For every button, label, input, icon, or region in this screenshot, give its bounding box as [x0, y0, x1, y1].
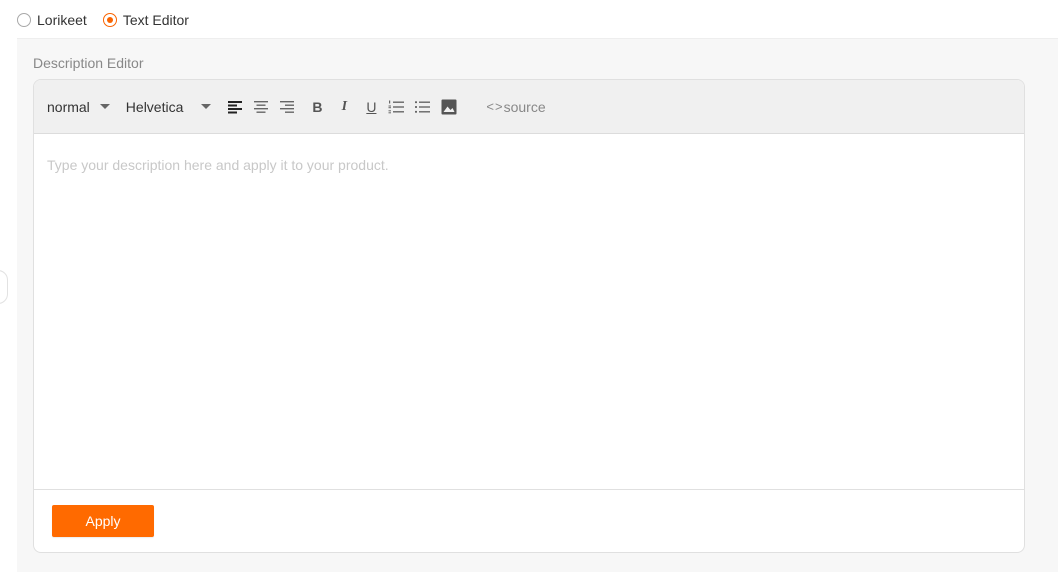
source-label: source — [503, 98, 546, 115]
align-right-icon — [280, 100, 295, 113]
italic-icon: I — [341, 98, 348, 114]
underline-icon: U — [366, 98, 377, 115]
view-source-button[interactable]: <> source — [486, 99, 545, 115]
radio-label-lorikeet: Lorikeet — [37, 12, 87, 28]
description-editor-panel: Description Editor normal Helvetica B I … — [17, 38, 1058, 572]
bullet-list-icon — [414, 100, 430, 113]
code-icon: <> — [486, 99, 504, 114]
chevron-down-icon — [99, 104, 110, 109]
font-family-value: Helvetica — [125, 98, 184, 115]
font-family-select[interactable]: Helvetica — [126, 99, 212, 115]
align-left-icon — [228, 100, 243, 113]
align-right-button[interactable] — [278, 98, 296, 116]
underline-button[interactable]: U — [362, 98, 380, 116]
radio-option-lorikeet[interactable]: Lorikeet — [17, 12, 87, 28]
editor-placeholder: Type your description here and apply it … — [47, 157, 389, 173]
image-icon — [441, 99, 457, 114]
radio-option-text-editor[interactable]: Text Editor — [102, 12, 189, 28]
chevron-down-icon — [201, 104, 212, 109]
header-size-value: normal — [47, 98, 90, 115]
rich-text-editor: normal Helvetica B I U <> source Type yo… — [33, 79, 1025, 553]
ordered-list-button[interactable] — [387, 98, 405, 116]
align-left-button[interactable] — [226, 98, 244, 116]
apply-button[interactable]: Apply — [52, 505, 154, 537]
radio-unchecked-icon[interactable] — [17, 13, 31, 27]
insert-image-button[interactable] — [440, 98, 458, 116]
italic-button[interactable]: I — [335, 98, 353, 116]
panel-title: Description Editor — [33, 55, 144, 71]
page: Lorikeet Text Editor Description Editor … — [0, 0, 1058, 577]
radio-checked-icon[interactable] — [102, 13, 117, 27]
editor-mode-radio-group: Lorikeet Text Editor — [17, 11, 205, 29]
bold-button[interactable]: B — [308, 98, 326, 116]
editor-content-area[interactable]: Type your description here and apply it … — [34, 134, 1024, 490]
header-size-select[interactable]: normal — [47, 99, 110, 115]
ordered-list-icon — [388, 100, 404, 113]
editor-toolbar: normal Helvetica B I U <> source — [34, 80, 1024, 134]
side-handle[interactable] — [0, 270, 8, 304]
bold-icon: B — [312, 98, 323, 115]
align-center-icon — [254, 100, 269, 113]
align-center-button[interactable] — [252, 98, 270, 116]
radio-label-text-editor: Text Editor — [122, 12, 189, 28]
bullet-list-button[interactable] — [413, 98, 431, 116]
